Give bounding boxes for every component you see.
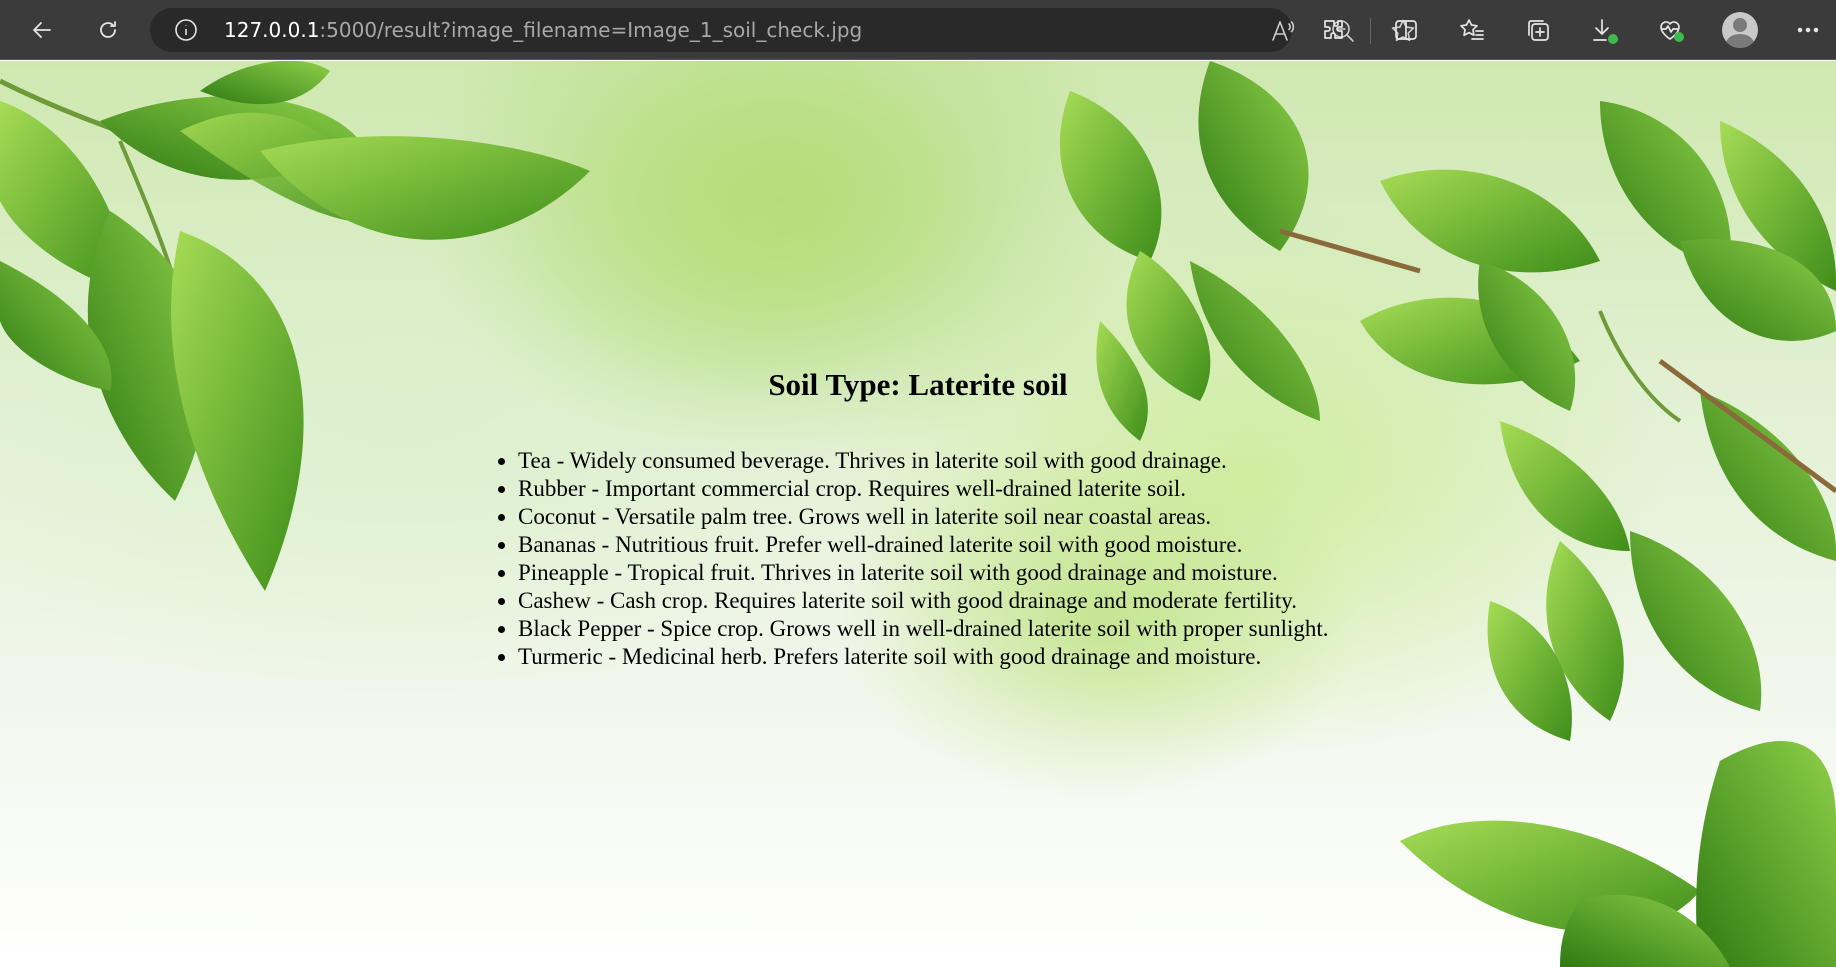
address-bar[interactable]: 127.0.0.1:5000/result?image_filename=Ima… xyxy=(150,8,1415,52)
site-info-icon[interactable] xyxy=(174,18,198,42)
url-host: 127.0.0.1 xyxy=(224,18,320,42)
list-item: Turmeric - Medicinal herb. Prefers later… xyxy=(518,643,1329,671)
back-icon xyxy=(33,22,51,38)
list-item: Rubber - Important commercial crop. Requ… xyxy=(518,475,1329,503)
more-menu-button[interactable] xyxy=(1788,10,1828,50)
crop-list: Tea - Widely consumed beverage. Thrives … xyxy=(488,447,1329,671)
list-item: Coconut - Versatile palm tree. Grows wel… xyxy=(518,503,1329,531)
collections-button[interactable] xyxy=(1518,10,1558,50)
favorites-icon xyxy=(1460,19,1484,40)
page-title: Soil Type: Laterite soil xyxy=(768,367,1068,402)
profile-avatar[interactable] xyxy=(1722,12,1758,48)
list-item: Bananas - Nutritious fruit. Prefer well-… xyxy=(518,531,1329,559)
page-viewport: Soil Type: Laterite soil Tea - Widely co… xyxy=(0,61,1836,967)
collections-icon xyxy=(1528,20,1549,41)
list-item: Cashew - Cash crop. Requires laterite so… xyxy=(518,587,1329,615)
url-text[interactable]: 127.0.0.1:5000/result?image_filename=Ima… xyxy=(224,8,862,52)
list-item: Pineapple - Tropical fruit. Thrives in l… xyxy=(518,559,1329,587)
browser-essentials-button[interactable] xyxy=(1650,10,1690,50)
download-complete-badge xyxy=(1608,34,1618,44)
split-screen-icon xyxy=(1395,20,1417,40)
extensions-icon xyxy=(1324,20,1343,39)
list-item: Tea - Widely consumed beverage. Thrives … xyxy=(518,447,1329,475)
extensions-button[interactable] xyxy=(1314,10,1354,50)
essentials-status-badge xyxy=(1674,32,1684,42)
browser-toolbar: 127.0.0.1:5000/result?image_filename=Ima… xyxy=(0,0,1836,60)
reload-button[interactable] xyxy=(88,10,128,50)
downloads-button[interactable] xyxy=(1584,10,1624,50)
more-menu-icon xyxy=(1797,27,1819,33)
toolbar-divider xyxy=(1370,18,1371,44)
url-path: :5000/result?image_filename=Image_1_soil… xyxy=(319,18,863,42)
favorites-button[interactable] xyxy=(1452,10,1492,50)
list-item: Black Pepper - Spice crop. Grows well in… xyxy=(518,615,1329,643)
split-screen-button[interactable] xyxy=(1386,10,1426,50)
reload-icon xyxy=(100,21,116,38)
back-button[interactable] xyxy=(22,10,62,50)
read-aloud-icon[interactable] xyxy=(1270,18,1296,44)
